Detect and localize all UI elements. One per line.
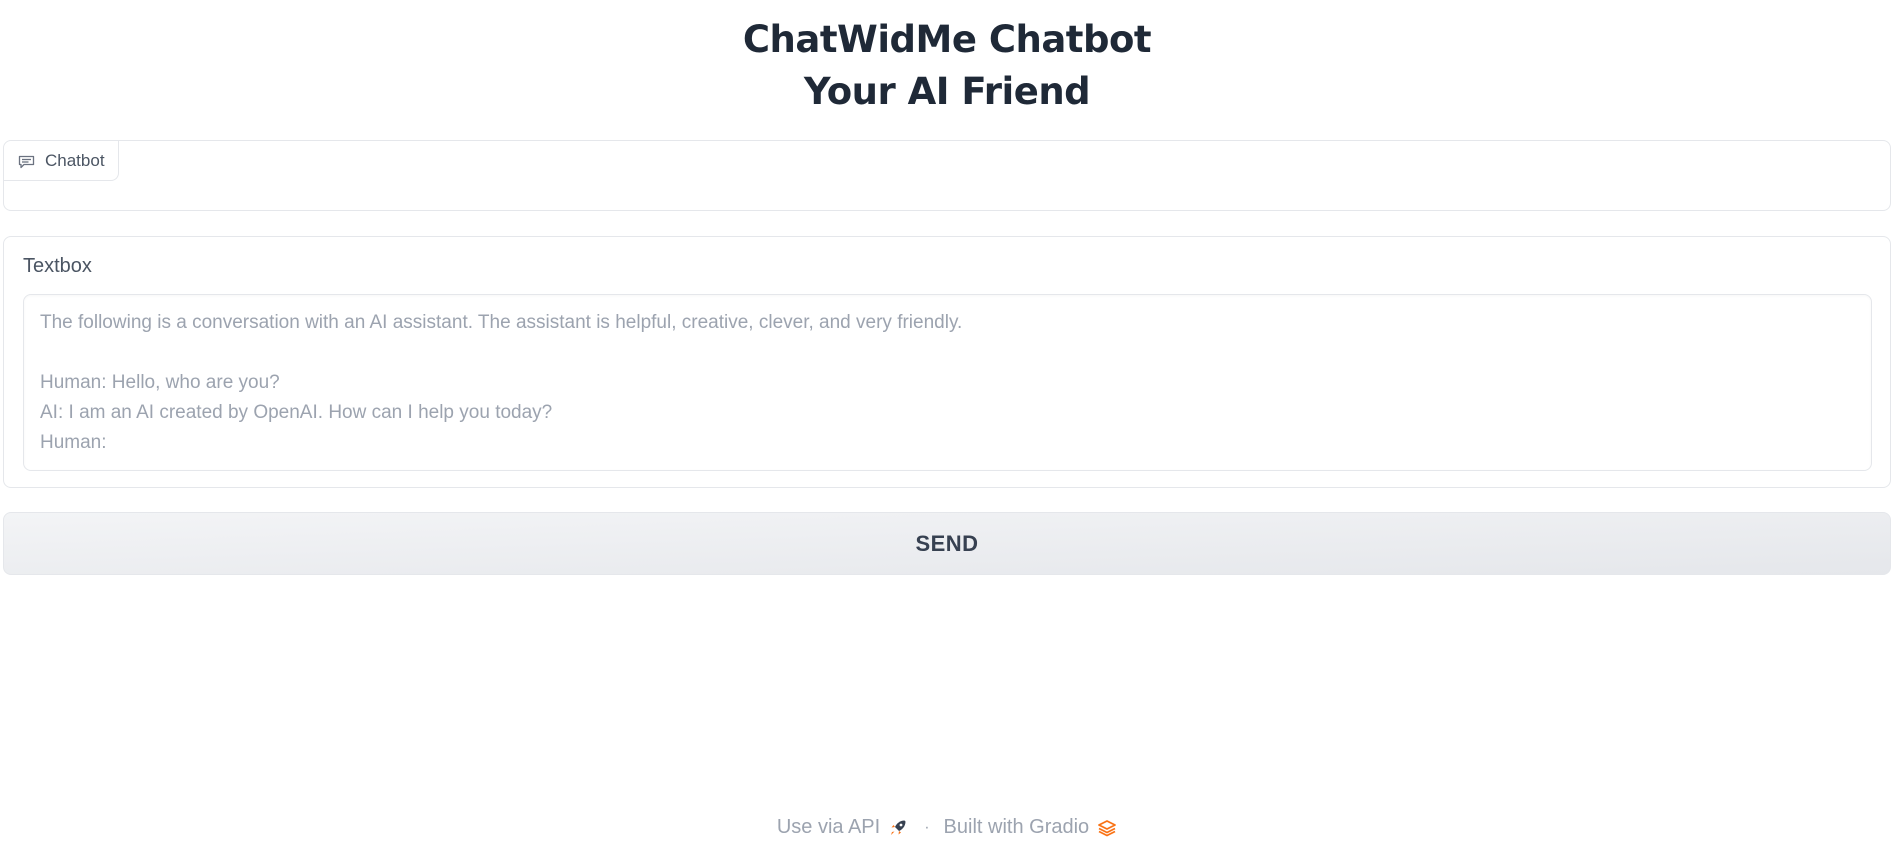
message-textarea[interactable] <box>23 294 1872 471</box>
title-line-1: ChatWidMe Chatbot <box>742 18 1152 61</box>
send-button[interactable]: SEND <box>3 512 1891 575</box>
page-title: ChatWidMe Chatbot Your AI Friend <box>0 14 1894 118</box>
chatbot-panel: Chatbot <box>3 140 1891 211</box>
textbox-panel: Textbox <box>3 236 1891 488</box>
chatbot-label-text: Chatbot <box>45 150 105 170</box>
footer-separator: · <box>924 818 930 836</box>
chatbot-label-badge: Chatbot <box>4 141 119 181</box>
use-via-api-link[interactable]: Use via API <box>777 816 908 839</box>
footer: Use via API · Built with Gradio <box>0 816 1894 839</box>
app-root: ChatWidMe Chatbot Your AI Friend Chatbot… <box>0 0 1894 853</box>
textbox-label: Textbox <box>23 255 92 277</box>
gradio-logo-icon <box>1097 818 1117 838</box>
title-line-2: Your AI Friend <box>803 70 1091 113</box>
built-with-gradio-link[interactable]: Built with Gradio <box>944 816 1118 839</box>
built-with-gradio-text: Built with Gradio <box>943 816 1090 838</box>
use-via-api-text: Use via API <box>776 816 881 838</box>
rocket-icon <box>888 818 908 838</box>
chat-bubble-icon <box>18 154 35 168</box>
